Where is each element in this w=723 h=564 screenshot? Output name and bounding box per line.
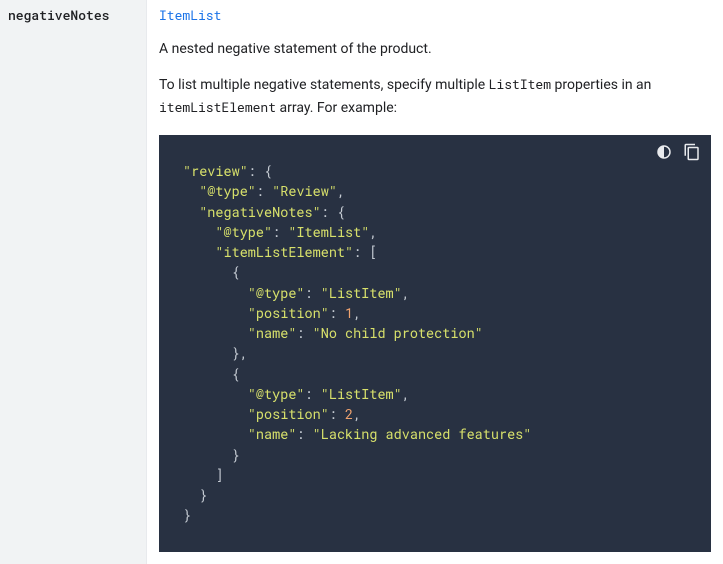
tok: "@type" bbox=[215, 223, 272, 241]
copy-icon[interactable] bbox=[683, 143, 701, 166]
text: properties in an bbox=[551, 77, 651, 93]
tok: "review" bbox=[183, 162, 248, 180]
tok: "itemListElement" bbox=[215, 243, 353, 261]
property-name-cell: negativeNotes bbox=[0, 0, 147, 564]
type-link[interactable]: ItemList bbox=[159, 6, 221, 24]
tok: "name" bbox=[248, 324, 297, 342]
tok: "negativeNotes" bbox=[199, 203, 321, 221]
tok: "@type" bbox=[248, 284, 305, 302]
code-content: "review": { "@type": "Review", "negative… bbox=[183, 161, 687, 526]
description-line-2: To list multiple negative statements, sp… bbox=[159, 74, 711, 119]
theme-toggle-icon[interactable] bbox=[655, 143, 673, 166]
tok: "position" bbox=[248, 304, 329, 322]
text: To list multiple negative statements, sp… bbox=[159, 77, 489, 93]
tok: "name" bbox=[248, 425, 297, 443]
text: array. For example: bbox=[276, 100, 397, 116]
tok: "ItemList" bbox=[288, 223, 369, 241]
tok: "ListItem" bbox=[321, 284, 402, 302]
tok: "No child protection" bbox=[313, 324, 483, 342]
code-block: "review": { "@type": "Review", "negative… bbox=[159, 135, 711, 552]
tok: "ListItem" bbox=[321, 385, 402, 403]
tok: "Lacking advanced features" bbox=[313, 425, 532, 443]
code-actions bbox=[655, 143, 701, 166]
property-row: negativeNotes ItemList A nested negative… bbox=[0, 0, 723, 564]
tok: "position" bbox=[248, 405, 329, 423]
tok: 2 bbox=[345, 405, 353, 423]
tok: 1 bbox=[345, 304, 353, 322]
inline-code-itemlistelement: itemListElement bbox=[159, 98, 276, 116]
tok: "@type" bbox=[248, 385, 305, 403]
inline-code-listitem: ListItem bbox=[489, 75, 551, 93]
description-line-1: A nested negative statement of the produ… bbox=[159, 38, 711, 60]
tok: "@type" bbox=[199, 182, 256, 200]
property-name: negativeNotes bbox=[8, 6, 109, 24]
tok: "Review" bbox=[272, 182, 337, 200]
property-detail-cell: ItemList A nested negative statement of … bbox=[147, 0, 723, 564]
